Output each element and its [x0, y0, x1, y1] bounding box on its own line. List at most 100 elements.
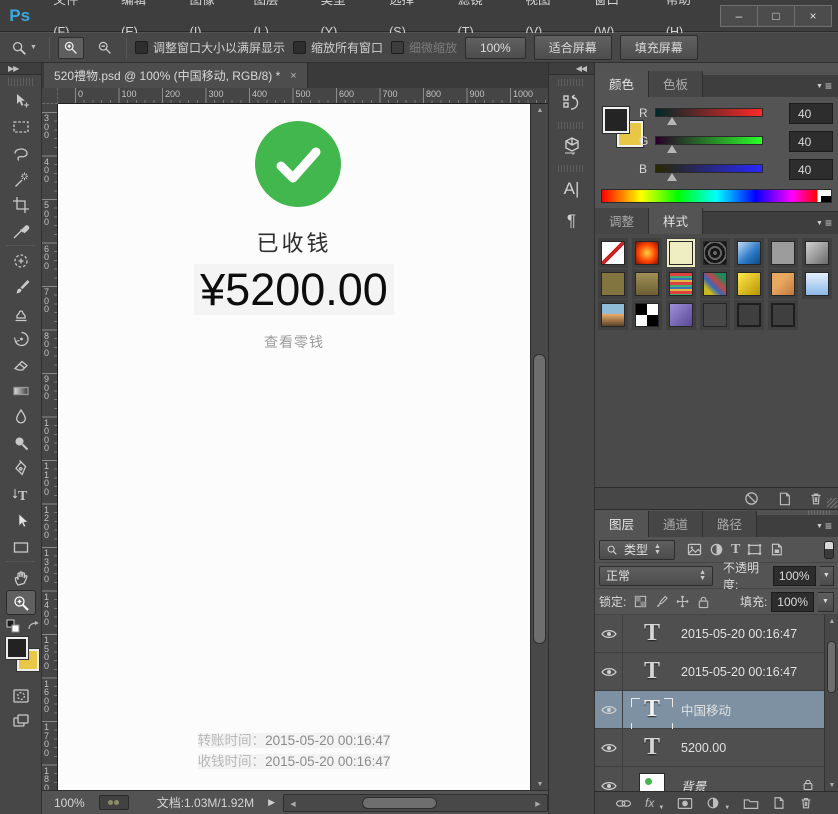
zoom-tool-preset[interactable]: ▼ — [6, 37, 41, 59]
style-swatch-bw-noise[interactable] — [632, 300, 662, 330]
panel-menu-icon[interactable]: ▼ ≡ — [816, 519, 832, 533]
layer-effects-icon[interactable]: fx — [645, 796, 654, 810]
red-slider-track[interactable] — [655, 108, 763, 117]
style-swatch-olive-flat[interactable] — [598, 269, 628, 299]
horizontal-scroll-thumb[interactable] — [362, 796, 437, 809]
new-style-icon[interactable] — [776, 490, 792, 507]
document-tab[interactable]: 520禮物.psd @ 100% (中国移动, RGB/8) * × — [44, 63, 308, 88]
red-value-field[interactable]: 40 — [789, 103, 833, 124]
scroll-down-arrow[interactable]: ▼ — [825, 779, 838, 791]
tab-layers[interactable]: 图层 — [595, 511, 650, 537]
style-swatch-purple-bevel[interactable] — [666, 300, 696, 330]
style-swatch-blue-glossy[interactable] — [734, 238, 764, 268]
paragraph-panel-icon[interactable]: ¶ — [557, 206, 587, 236]
scroll-left-arrow[interactable]: ◀ — [284, 795, 302, 813]
red-slider-thumb[interactable] — [667, 117, 677, 125]
panel-foreground-swatch[interactable] — [602, 106, 630, 134]
swap-colors-icon[interactable] — [26, 620, 40, 632]
dock-grip[interactable] — [558, 122, 585, 129]
blue-slider-thumb[interactable] — [667, 173, 677, 181]
blue-slider-track[interactable] — [655, 164, 763, 173]
dock-grip[interactable] — [558, 79, 585, 86]
style-swatch-sunset-landscape[interactable] — [598, 300, 628, 330]
add-mask-icon[interactable] — [677, 797, 693, 810]
properties-panel-icon[interactable] — [557, 131, 587, 161]
horizontal-ruler[interactable]: 010020030040050060070080090010001100 — [58, 88, 576, 104]
scroll-up-arrow[interactable]: ▲ — [531, 104, 549, 116]
add-adjustment-icon[interactable] — [706, 796, 720, 810]
style-swatch-dark-rings[interactable] — [700, 238, 730, 268]
preset-dropdown-arrow[interactable]: ▼ — [30, 44, 37, 51]
layers-scroll-thumb[interactable] — [827, 641, 836, 693]
layer-visibility-eye-icon[interactable] — [595, 653, 623, 690]
text-layer-thumbnail[interactable]: T — [623, 734, 681, 761]
layer-row[interactable]: 背景 — [595, 767, 838, 791]
layer-row[interactable]: T 2015-05-20 00:16:47 — [595, 615, 838, 653]
toolbox-grip[interactable] — [8, 78, 33, 86]
text-layer-thumbnail[interactable]: T — [623, 620, 681, 647]
delete-style-icon[interactable] — [808, 490, 824, 507]
fill-dropdown-arrow[interactable]: ▼ — [818, 591, 834, 612]
blend-mode-dropdown[interactable]: 正常 ▲ ▼ — [599, 565, 714, 586]
canvas-horizontal-scrollbar[interactable]: ◀ ▶ — [283, 793, 548, 813]
resize-windows-option[interactable]: 调整窗口大小以满屏显示 — [134, 39, 285, 56]
fit-screen-button[interactable]: 适合屏幕 — [533, 35, 612, 60]
blue-value-field[interactable]: 40 — [789, 159, 833, 180]
text-layer-thumbnail[interactable]: T — [623, 658, 681, 685]
green-value-field[interactable]: 40 — [789, 131, 833, 152]
eraser-tool[interactable] — [6, 352, 36, 377]
zoom-all-checkbox[interactable] — [292, 41, 306, 54]
layers-scrollbar[interactable]: ▲ ▼ — [824, 615, 838, 791]
vertical-type-tool[interactable]: T — [6, 482, 36, 507]
lock-all-icon[interactable] — [697, 595, 710, 609]
lock-transparency-icon[interactable] — [634, 595, 647, 608]
zoom-all-option[interactable]: 缩放所有窗口 — [292, 39, 383, 56]
layer-row[interactable]: T 5200.00 — [595, 729, 838, 767]
layer-visibility-eye-icon[interactable] — [595, 729, 623, 766]
layer-visibility-eye-icon[interactable] — [595, 767, 623, 791]
crop-tool[interactable] — [6, 192, 36, 217]
style-swatch-gray-flat[interactable] — [768, 238, 798, 268]
filter-smart-objects-icon[interactable] — [769, 542, 783, 557]
magic-wand-tool[interactable] — [6, 166, 36, 191]
resize-windows-checkbox[interactable] — [134, 41, 148, 54]
direct-selection-tool[interactable] — [6, 508, 36, 533]
scroll-right-arrow[interactable]: ▶ — [529, 795, 547, 813]
new-group-icon[interactable] — [743, 797, 759, 810]
opacity-value-field[interactable]: 100% — [772, 565, 816, 586]
tab-adjustments[interactable]: 调整 — [595, 208, 650, 234]
layer-row[interactable]: T 中国移动 — [595, 691, 838, 732]
history-brush-tool[interactable] — [6, 326, 36, 351]
style-swatch-cream-frame[interactable] — [666, 238, 696, 268]
clear-style-icon[interactable] — [743, 490, 760, 507]
style-swatch-no-style[interactable] — [598, 238, 628, 268]
tab-paths[interactable]: 路径 — [703, 511, 758, 537]
tab-close-icon[interactable]: × — [290, 70, 296, 82]
dock-collapse-button[interactable]: ◀◀ — [549, 63, 594, 75]
rectangular-marquee-tool[interactable] — [6, 114, 36, 139]
panel-menu-icon[interactable]: ▼ ≡ — [816, 79, 832, 93]
filter-type-layers-icon[interactable]: T — [731, 542, 740, 558]
dock-grip[interactable] — [558, 165, 585, 172]
character-panel-icon[interactable]: A| — [557, 174, 587, 204]
opacity-dropdown-arrow[interactable]: ▼ — [819, 565, 834, 586]
minimize-button[interactable]: – — [720, 4, 758, 27]
dodge-tool[interactable] — [6, 430, 36, 455]
style-swatch-dark-flat[interactable] — [700, 300, 730, 330]
gradient-tool[interactable] — [6, 378, 36, 403]
filter-shape-layers-icon[interactable] — [747, 543, 762, 556]
text-layer-thumbnail[interactable]: T — [623, 696, 681, 732]
zoom-in-toggle[interactable] — [57, 36, 84, 59]
filter-type-dropdown[interactable]: 类型 ▲ ▼ — [599, 539, 675, 560]
blur-tool[interactable] — [6, 404, 36, 429]
vertical-scroll-thumb[interactable] — [533, 354, 546, 644]
tab-swatches[interactable]: 色板 — [649, 71, 704, 97]
screen-mode-button[interactable] — [6, 709, 36, 734]
hand-tool[interactable] — [6, 564, 36, 589]
layer-visibility-eye-icon[interactable] — [595, 691, 623, 728]
tab-styles[interactable]: 样式 — [649, 208, 704, 234]
maximize-button[interactable]: □ — [757, 4, 795, 27]
zoom-100-button[interactable]: 100% — [464, 36, 526, 59]
color-spectrum-bar[interactable] — [601, 189, 832, 203]
layer-visibility-eye-icon[interactable] — [595, 615, 623, 652]
